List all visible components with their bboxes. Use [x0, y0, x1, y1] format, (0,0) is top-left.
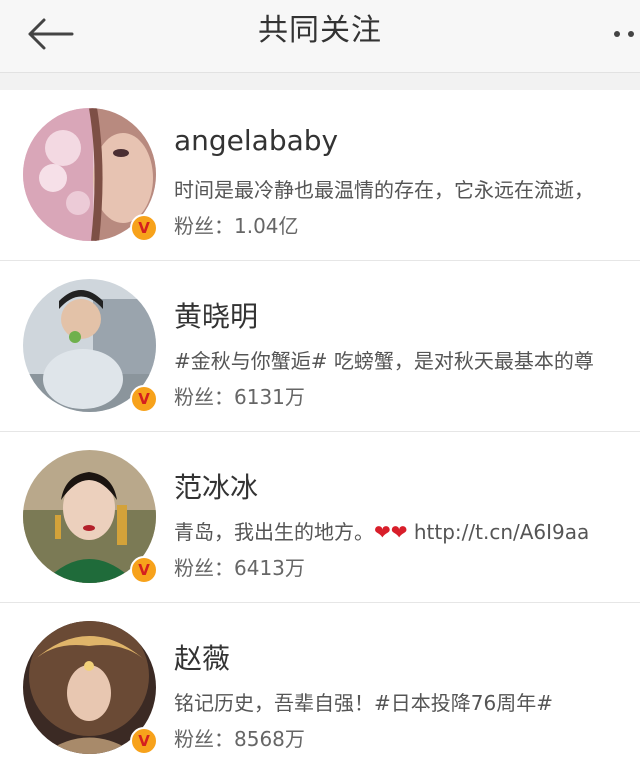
fans-value: 8568万	[234, 727, 305, 751]
fans-count: 粉丝：8568万	[174, 723, 305, 752]
user-description: 青岛，我出生的地方。❤❤ http://t.cn/A6I9aa	[174, 516, 640, 545]
user-description: 铭记历史，吾辈自强！#日本投降76周年#	[174, 691, 553, 715]
user-description: 时间是最冷静也最温情的存在，它永远在流逝，	[174, 178, 594, 202]
fans-label: 粉丝：	[174, 727, 234, 751]
user-name[interactable]: 黄晓明	[174, 295, 258, 335]
user-row[interactable]: V 范冰冰 青岛，我出生的地方。❤❤ http://t.cn/A6I9aa 粉丝…	[0, 432, 640, 603]
fans-count: 粉丝：6131万	[174, 381, 305, 410]
fans-value: 1.04亿	[234, 214, 299, 238]
user-list: V angelababy 时间是最冷静也最温情的存在，它永远在流逝， 粉丝：1.…	[0, 90, 640, 769]
page-title: 共同关注	[258, 13, 382, 48]
user-row[interactable]: V 赵薇 铭记历史，吾辈自强！#日本投降76周年# 粉丝：8568万	[0, 603, 640, 769]
heart-icon: ❤❤	[374, 520, 408, 544]
fans-value: 6131万	[234, 385, 305, 409]
verified-v-icon: V	[130, 214, 158, 242]
fans-value: 6413万	[234, 556, 305, 580]
user-row[interactable]: V 黄晓明 #金秋与你蟹逅# 吃螃蟹，是对秋天最基本的尊 粉丝：6131万	[0, 261, 640, 432]
common-follows-page: 共同关注 V angelababy 时间是最冷静也最温情的存在，它永远在流逝， …	[0, 0, 640, 769]
fans-count: 粉丝：6413万	[174, 552, 305, 581]
user-name[interactable]: 范冰冰	[174, 466, 258, 506]
top-bar: 共同关注	[0, 0, 640, 73]
verified-v-icon: V	[130, 385, 158, 413]
user-row[interactable]: V angelababy 时间是最冷静也最温情的存在，它永远在流逝， 粉丝：1.…	[0, 90, 640, 261]
verified-v-icon: V	[130, 556, 158, 584]
back-button[interactable]	[22, 12, 78, 56]
user-name[interactable]: angelababy	[174, 124, 338, 157]
more-dot	[628, 31, 634, 37]
description-text: 青岛，我出生的地方。	[174, 520, 374, 544]
more-button[interactable]	[594, 18, 634, 50]
more-dots-icon	[614, 31, 620, 37]
section-divider	[0, 73, 640, 90]
fans-label: 粉丝：	[174, 556, 234, 580]
fans-label: 粉丝：	[174, 385, 234, 409]
arrow-left-icon	[28, 18, 74, 50]
fans-label: 粉丝：	[174, 214, 234, 238]
fans-count: 粉丝：1.04亿	[174, 210, 299, 239]
user-name[interactable]: 赵薇	[174, 637, 230, 677]
user-description: #金秋与你蟹逅# 吃螃蟹，是对秋天最基本的尊	[174, 349, 594, 373]
verified-v-icon: V	[130, 727, 158, 755]
description-link[interactable]: http://t.cn/A6I9aa	[408, 520, 589, 544]
